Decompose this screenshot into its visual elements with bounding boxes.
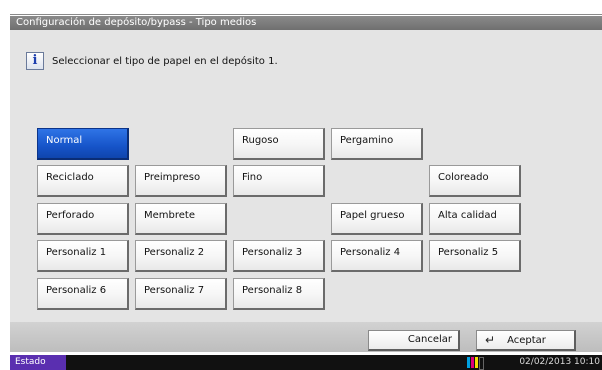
toner-cyan (467, 357, 470, 368)
media-membrete-button[interactable]: Membrete (135, 203, 227, 235)
status-button[interactable]: Estado (10, 355, 66, 370)
media-perforado-button[interactable]: Perforado (37, 203, 129, 235)
media-papel-grueso-button[interactable]: Papel grueso (331, 203, 423, 235)
enter-icon: ↵ (485, 332, 496, 347)
media-personaliz-3-button[interactable]: Personaliz 3 (233, 240, 325, 272)
accept-button[interactable]: ↵ Aceptar (476, 330, 576, 351)
info-message: i Seleccionar el tipo de papel en el dep… (26, 52, 278, 70)
media-preimpreso-button[interactable]: Preimpreso (135, 165, 227, 197)
media-personaliz-6-button[interactable]: Personaliz 6 (37, 278, 129, 310)
info-icon: i (26, 52, 44, 70)
media-rugoso-button[interactable]: Rugoso (233, 128, 325, 160)
accept-label: Aceptar (507, 334, 546, 346)
cancel-button[interactable]: Cancelar (368, 330, 460, 351)
media-normal-button[interactable]: Normal (37, 128, 129, 160)
toner-icon (467, 357, 485, 370)
date-time: 02/02/2013 10:10 (519, 357, 600, 367)
status-bar: Estado 02/02/2013 10:10 (10, 355, 602, 370)
media-personaliz-4-button[interactable]: Personaliz 4 (331, 240, 423, 272)
toner-magenta (471, 357, 474, 368)
media-personaliz-8-button[interactable]: Personaliz 8 (233, 278, 325, 310)
media-personaliz-1-button[interactable]: Personaliz 1 (37, 240, 129, 272)
media-coloreado-button[interactable]: Coloreado (429, 165, 521, 197)
media-reciclado-button[interactable]: Reciclado (37, 165, 129, 197)
info-text: Seleccionar el tipo de papel en el depós… (52, 55, 278, 67)
top-divider (10, 14, 602, 15)
media-alta-calidad-button[interactable]: Alta calidad (429, 203, 521, 235)
toner-black (479, 357, 484, 370)
media-pergamino-button[interactable]: Pergamino (331, 128, 423, 160)
media-personaliz-5-button[interactable]: Personaliz 5 (429, 240, 521, 272)
media-personaliz-7-button[interactable]: Personaliz 7 (135, 278, 227, 310)
paper-type-screen: Configuración de depósito/bypass - Tipo … (0, 0, 602, 370)
toner-yellow (475, 357, 478, 368)
media-fino-button[interactable]: Fino (233, 165, 325, 197)
screen-title: Configuración de depósito/bypass - Tipo … (10, 16, 602, 30)
media-personaliz-2-button[interactable]: Personaliz 2 (135, 240, 227, 272)
